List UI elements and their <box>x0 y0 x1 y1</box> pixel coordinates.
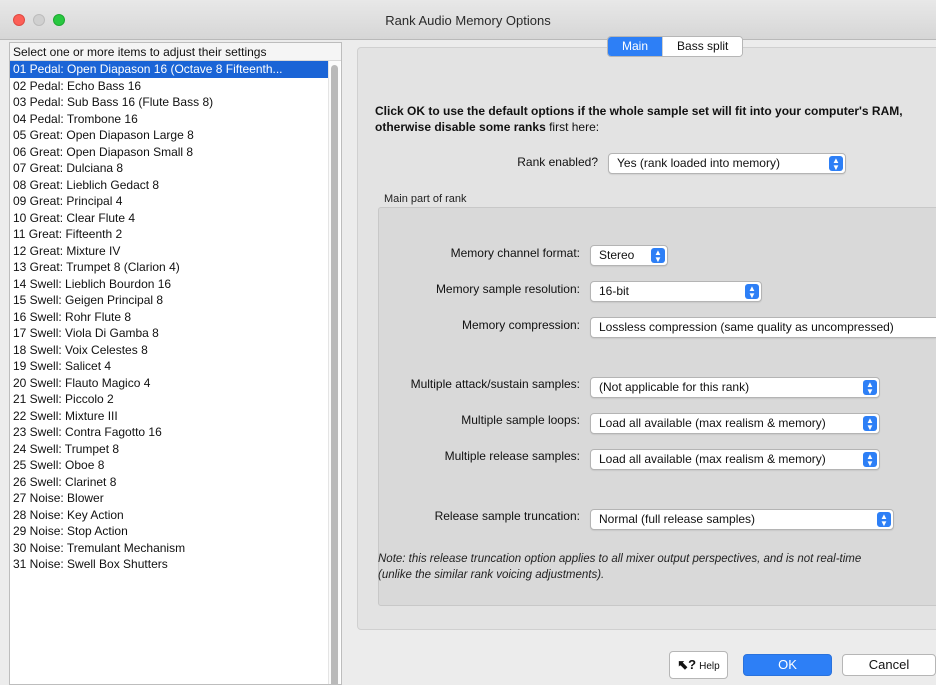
tab-bass-split[interactable]: Bass split <box>662 37 743 56</box>
list-item[interactable]: 27 Noise: Blower <box>10 490 328 507</box>
scrollbar-thumb[interactable] <box>331 65 338 684</box>
compression-select[interactable]: Lossless compression (same quality as un… <box>590 317 936 338</box>
sample-resolution-label: Memory sample resolution: <box>435 282 580 296</box>
list-item[interactable]: 13 Great: Trumpet 8 (Clarion 4) <box>10 259 328 276</box>
chevron-updown-icon: ▲ ▼ <box>863 380 877 396</box>
list-item[interactable]: 17 Swell: Viola Di Gamba 8 <box>10 325 328 342</box>
list-item[interactable]: 20 Swell: Flauto Magico 4 <box>10 375 328 392</box>
list-item[interactable]: 18 Swell: Voix Celestes 8 <box>10 342 328 359</box>
list-item[interactable]: 07 Great: Dulciana 8 <box>10 160 328 177</box>
release-truncation-select[interactable]: Normal (full release samples) ▲ ▼ <box>590 509 894 530</box>
rank-list[interactable]: Select one or more items to adjust their… <box>9 42 342 685</box>
attack-sustain-select[interactable]: (Not applicable for this rank) ▲ ▼ <box>590 377 880 398</box>
tab-bar: Main Bass split <box>607 36 744 57</box>
list-item[interactable]: 15 Swell: Geigen Principal 8 <box>10 292 328 309</box>
chevron-updown-icon: ▲ ▼ <box>877 512 891 528</box>
list-item[interactable]: 21 Swell: Piccolo 2 <box>10 391 328 408</box>
title-bar: Rank Audio Memory Options <box>0 0 936 40</box>
group-label: Main part of rank <box>384 193 467 205</box>
tab-main[interactable]: Main <box>608 37 663 56</box>
list-item[interactable]: 29 Noise: Stop Action <box>10 523 328 540</box>
list-items: 01 Pedal: Open Diapason 16 (Octave 8 Fif… <box>10 61 341 573</box>
attack-sustain-value: (Not applicable for this rank) <box>599 380 750 394</box>
release-samples-value: Load all available (max realism & memory… <box>599 452 826 466</box>
sample-resolution-value: 16-bit <box>599 284 630 298</box>
list-item[interactable]: 30 Noise: Tremulant Mechanism <box>10 540 328 557</box>
rank-enabled-label: Rank enabled? <box>517 155 598 169</box>
list-item[interactable]: 06 Great: Open Diapason Small 8 <box>10 144 328 161</box>
truncation-note: Note: this release truncation option app… <box>378 551 936 583</box>
ok-button[interactable]: OK <box>743 654 832 676</box>
list-scrollbar[interactable] <box>328 61 340 684</box>
compression-value: Lossless compression (same quality as un… <box>599 320 894 334</box>
main-rank-group <box>378 207 936 606</box>
help-button[interactable]: ⬉? Help <box>669 651 728 679</box>
list-item[interactable]: 04 Pedal: Trombone 16 <box>10 111 328 128</box>
list-item[interactable]: 25 Swell: Oboe 8 <box>10 457 328 474</box>
note-line2: (unlike the similar rank voicing adjustm… <box>378 569 605 581</box>
rank-enabled-select[interactable]: Yes (rank loaded into memory) ▲ ▼ <box>608 153 846 174</box>
list-item[interactable]: 16 Swell: Rohr Flute 8 <box>10 309 328 326</box>
release-truncation-value: Normal (full release samples) <box>599 512 756 526</box>
list-item[interactable]: 23 Swell: Contra Fagotto 16 <box>10 424 328 441</box>
help-label: Help <box>699 661 720 672</box>
attack-sustain-label: Multiple attack/sustain samples: <box>410 377 580 391</box>
list-item[interactable]: 26 Swell: Clarinet 8 <box>10 474 328 491</box>
list-item[interactable]: 05 Great: Open Diapason Large 8 <box>10 127 328 144</box>
compression-label: Memory compression: <box>461 318 580 332</box>
list-item[interactable]: 03 Pedal: Sub Bass 16 (Flute Bass 8) <box>10 94 328 111</box>
sample-loops-value: Load all available (max realism & memory… <box>599 416 826 430</box>
list-item[interactable]: 14 Swell: Lieblich Bourdon 16 <box>10 276 328 293</box>
release-samples-select[interactable]: Load all available (max realism & memory… <box>590 449 880 470</box>
sample-resolution-select[interactable]: 16-bit ▲ ▼ <box>590 281 762 302</box>
instructions: Click OK to use the default options if t… <box>375 103 936 135</box>
sample-loops-label: Multiple sample loops: <box>461 413 580 427</box>
channel-format-value: Stereo <box>599 248 635 262</box>
chevron-updown-icon: ▲ ▼ <box>863 416 877 432</box>
help-cursor-icon: ⬉? <box>677 657 697 672</box>
list-item[interactable]: 02 Pedal: Echo Bass 16 <box>10 78 328 95</box>
channel-format-select[interactable]: Stereo ▲ ▼ <box>590 245 668 266</box>
instructions-normal: first here: <box>545 120 600 134</box>
chevron-updown-icon: ▲ ▼ <box>863 452 877 468</box>
channel-format-label: Memory channel format: <box>450 246 580 260</box>
instructions-line1: Click OK to use the default options if t… <box>375 104 903 118</box>
rank-enabled-value: Yes (rank loaded into memory) <box>617 156 780 170</box>
release-truncation-label: Release sample truncation: <box>434 509 580 523</box>
release-samples-label: Multiple release samples: <box>444 449 580 463</box>
list-item[interactable]: 24 Swell: Trumpet 8 <box>10 441 328 458</box>
list-item[interactable]: 08 Great: Lieblich Gedact 8 <box>10 177 328 194</box>
list-item[interactable]: 10 Great: Clear Flute 4 <box>10 210 328 227</box>
chevron-updown-icon: ▲ ▼ <box>745 284 759 300</box>
list-item[interactable]: 12 Great: Mixture IV <box>10 243 328 260</box>
list-item[interactable]: 01 Pedal: Open Diapason 16 (Octave 8 Fif… <box>10 61 328 78</box>
list-item[interactable]: 31 Noise: Swell Box Shutters <box>10 556 328 573</box>
list-item[interactable]: 09 Great: Principal 4 <box>10 193 328 210</box>
chevron-updown-icon: ▲ ▼ <box>829 156 843 172</box>
list-item[interactable]: 22 Swell: Mixture III <box>10 408 328 425</box>
chevron-updown-icon: ▲ ▼ <box>651 248 665 264</box>
note-line1: Note: this release truncation option app… <box>378 553 862 565</box>
list-header: Select one or more items to adjust their… <box>10 43 341 61</box>
window-title: Rank Audio Memory Options <box>385 13 551 28</box>
instructions-line2: otherwise disable some ranks first here: <box>375 119 936 135</box>
cancel-button[interactable]: Cancel <box>842 654 936 676</box>
instructions-bold: otherwise disable some ranks <box>375 120 546 134</box>
list-item[interactable]: 11 Great: Fifteenth 2 <box>10 226 328 243</box>
list-item[interactable]: 28 Noise: Key Action <box>10 507 328 524</box>
list-item[interactable]: 19 Swell: Salicet 4 <box>10 358 328 375</box>
sample-loops-select[interactable]: Load all available (max realism & memory… <box>590 413 880 434</box>
